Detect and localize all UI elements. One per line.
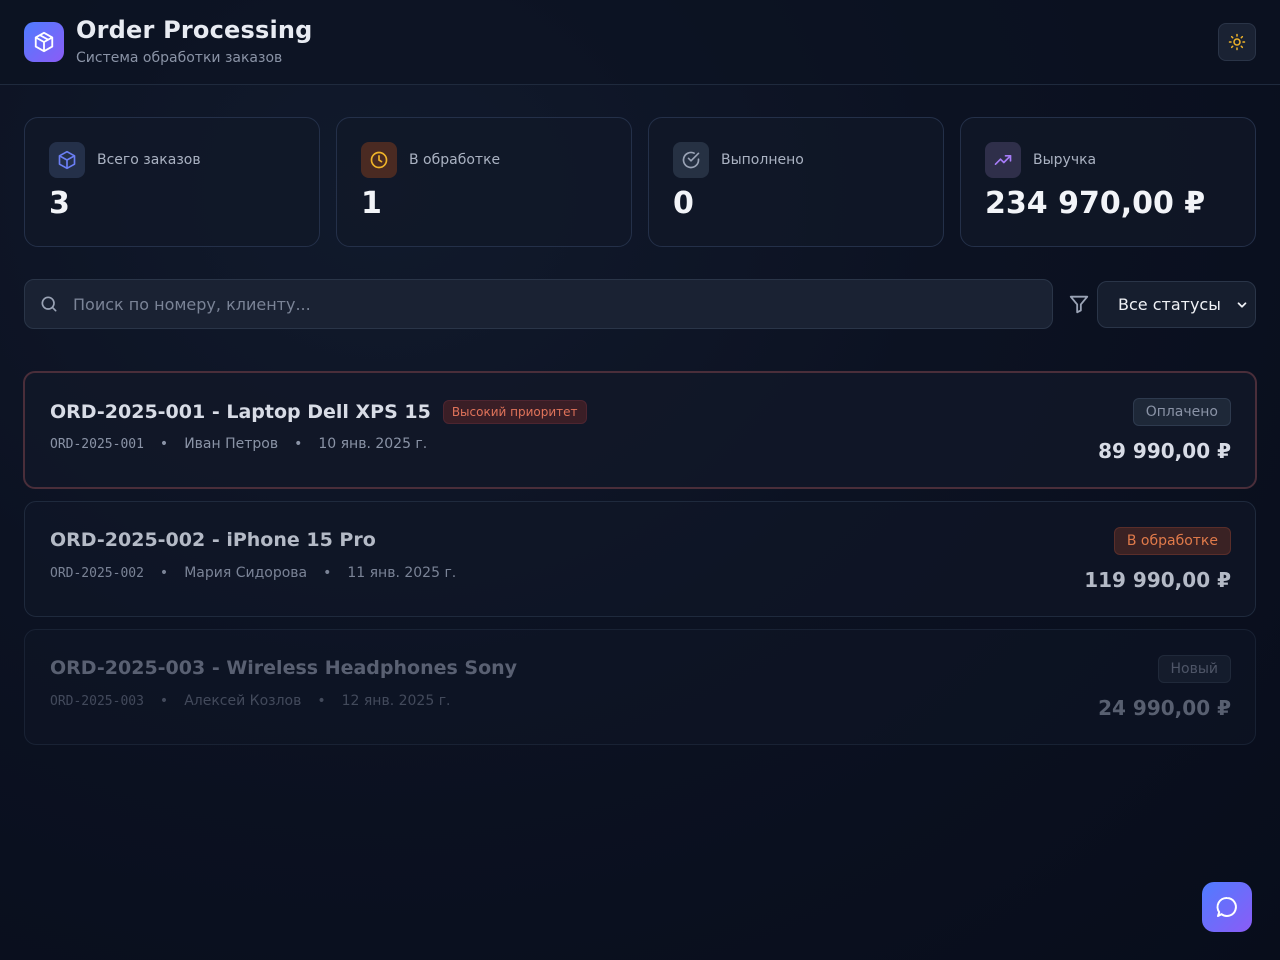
order-date: 12 янв. 2025 г. [341, 693, 451, 709]
order-customer: Иван Петров [184, 436, 279, 452]
stat-label: Выручка [1033, 152, 1097, 168]
stat-value: 3 [49, 186, 70, 221]
order-code: ORD-2025-002 [50, 565, 144, 581]
stat-label: Всего заказов [97, 152, 201, 168]
chevron-down-icon [1237, 302, 1247, 308]
stat-card-total-orders: Всего заказов 3 [24, 117, 320, 247]
order-code: ORD-2025-003 [50, 693, 144, 709]
stat-label: Выполнено [721, 152, 804, 168]
separator-dot: • [159, 565, 169, 581]
order-meta: ORD-2025-002 • Мария Сидорова • 11 янв. … [50, 565, 456, 581]
separator-dot: • [294, 436, 303, 452]
app-header: Order Processing Система обработки заказ… [0, 0, 1280, 85]
stat-value: 234 970,00 ₽ [985, 186, 1206, 221]
order-customer: Алексей Козлов [184, 693, 302, 709]
order-title: ORD-2025-003 - Wireless Headphones Sony [50, 657, 517, 679]
order-title: ORD-2025-002 - iPhone 15 Pro [50, 529, 376, 551]
separator-dot: • [317, 693, 326, 709]
stat-card-revenue: Выручка 234 970,00 ₽ [960, 117, 1256, 247]
app-subtitle: Система обработки заказов [76, 50, 283, 66]
search-box [24, 279, 1053, 329]
status-filter-select[interactable]: Все статусы [1097, 281, 1256, 328]
stat-label: В обработке [409, 152, 501, 168]
order-date: 10 янв. 2025 г. [318, 436, 428, 452]
order-title-text: ORD-2025-003 - Wireless Headphones Sony [50, 657, 518, 679]
box-icon [49, 142, 85, 178]
search-icon [41, 296, 57, 312]
order-card[interactable]: ORD-2025-001 - Laptop Dell XPS 15 Высоки… [23, 371, 1257, 489]
sun-icon [1228, 33, 1246, 51]
stat-card-processing: В обработке 1 [336, 117, 632, 247]
order-amount: 119 990,00 ₽ [1084, 568, 1231, 592]
order-amount: 24 990,00 ₽ [1098, 696, 1231, 720]
stat-value: 0 [673, 186, 694, 221]
trending-up-icon [985, 142, 1021, 178]
order-amount: 89 990,00 ₽ [1098, 439, 1231, 463]
order-title: ORD-2025-001 - Laptop Dell XPS 15 Высоки… [50, 400, 587, 424]
order-title-text: ORD-2025-001 - Laptop Dell XPS 15 [50, 401, 431, 423]
order-customer: Мария Сидорова [184, 565, 308, 581]
box-icon [24, 22, 64, 62]
order-date: 11 янв. 2025 г. [347, 565, 457, 581]
check-circle-icon [673, 142, 709, 178]
chat-button[interactable] [1202, 882, 1252, 932]
stat-value: 1 [361, 186, 382, 221]
status-filter-value: Все статусы [1118, 295, 1221, 314]
clock-icon [361, 142, 397, 178]
order-code: ORD-2025-001 [50, 436, 144, 452]
search-input[interactable] [73, 280, 1033, 328]
status-badge: В обработке [1113, 527, 1231, 555]
chat-icon [1216, 897, 1237, 917]
priority-badge: Высокий приоритет [442, 400, 587, 424]
separator-dot: • [159, 693, 169, 709]
status-badge: Оплачено [1132, 398, 1231, 426]
separator-dot: • [159, 436, 169, 452]
app-title: Order Processing [76, 16, 313, 44]
status-badge: Новый [1157, 655, 1231, 683]
order-card[interactable]: ORD-2025-002 - iPhone 15 Pro ORD-2025-00… [24, 501, 1256, 617]
order-card[interactable]: ORD-2025-003 - Wireless Headphones Sony … [24, 629, 1256, 745]
separator-dot: • [323, 565, 332, 581]
order-title-text: ORD-2025-002 - iPhone 15 Pro [50, 529, 376, 551]
order-meta: ORD-2025-001 • Иван Петров • 10 янв. 202… [50, 436, 427, 452]
order-meta: ORD-2025-003 • Алексей Козлов • 12 янв. … [50, 693, 451, 709]
filter-icon [1069, 295, 1089, 314]
stat-card-completed: Выполнено 0 [648, 117, 944, 247]
theme-toggle-button[interactable] [1218, 23, 1256, 61]
